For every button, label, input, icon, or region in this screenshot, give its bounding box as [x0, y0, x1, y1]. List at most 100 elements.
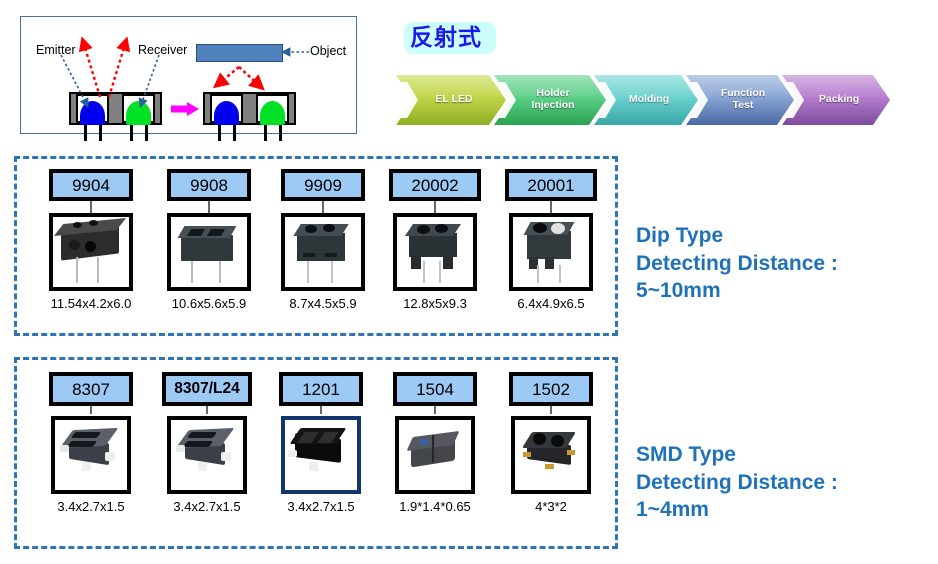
part-dimension-label: 12.8x5x9.3: [403, 296, 467, 311]
part-cell: 8307 3.4x2.7x1.5: [39, 360, 143, 546]
part-number-label: 20001: [527, 175, 575, 195]
process-step-label: Holder Injection: [531, 87, 575, 111]
part-number-label: 1502: [532, 379, 570, 399]
lens-hole: [435, 224, 448, 233]
part-number-tag[interactable]: 1201: [279, 372, 363, 406]
solder-lead: [288, 450, 297, 457]
process-step-label: Molding: [628, 93, 670, 106]
part-number-tag[interactable]: 8307: [49, 372, 133, 406]
emitted-beam-left: [78, 36, 102, 98]
part-number-tag[interactable]: 20001: [505, 169, 597, 201]
lead-pin: [439, 261, 441, 283]
connector-line: [208, 201, 210, 213]
part-number-tag[interactable]: 9908: [167, 169, 251, 201]
smd-type-description: SMD Type Detecting Distance : 1~4mm: [636, 443, 838, 522]
part-number-label: 20002: [411, 175, 459, 195]
component-top: [293, 224, 349, 236]
part-cell: 20002 12.8x5x9.3: [383, 159, 487, 333]
lead-pin: [76, 257, 78, 283]
part-photo[interactable]: [393, 213, 477, 291]
part-cell: 8307/L24 3.4x2.7x1.5: [155, 360, 259, 546]
part-photo[interactable]: [395, 416, 475, 494]
receiver-leader-line: [138, 54, 160, 109]
process-step-3[interactable]: Molding: [594, 75, 698, 125]
process-step-label: Packing: [818, 93, 860, 106]
lens-slot: [66, 441, 98, 447]
emitted-beam-right: [107, 36, 131, 98]
solder-lead: [221, 452, 231, 461]
chevron-notch-icon: [398, 82, 418, 118]
part-dimension-label: 11.54x4.2x6.0: [50, 296, 132, 311]
lens-hole: [533, 223, 547, 233]
process-step-label: Function Test: [720, 87, 766, 111]
part-dimension-label: 6.4x4.9x6.5: [517, 296, 585, 311]
leg-block: [545, 257, 554, 269]
connector-line: [322, 201, 324, 213]
part-number-tag[interactable]: 1504: [393, 372, 477, 406]
connector-line: [206, 406, 208, 414]
component-body: [181, 235, 233, 261]
part-number-label: 9908: [190, 175, 228, 195]
part-photo[interactable]: [167, 416, 247, 494]
part-photo[interactable]: [511, 416, 591, 494]
part-dimension-label: 10.6x5.6x5.9: [171, 296, 247, 311]
lens-hole: [323, 224, 335, 232]
reflected-beam: [238, 66, 265, 91]
part-dimension-label: 4*3*2: [535, 499, 567, 514]
part-cell: 20001 6.4x4.9x6.5: [499, 159, 603, 333]
process-step-5[interactable]: Packing: [782, 75, 890, 125]
component-top: [177, 226, 237, 238]
lens-hole: [551, 223, 565, 234]
lens-hole: [69, 240, 80, 250]
part-cell: 1201 3.4x2.7x1.5: [269, 360, 373, 546]
part-number-tag[interactable]: 8307/L24: [162, 372, 252, 406]
part-photo[interactable]: [49, 213, 133, 291]
part-cell: 1504 1.9*1.4*0.65: [383, 360, 487, 546]
dip-type-description: Dip Type Detecting Distance : 5~10mm: [636, 224, 838, 303]
part-photo[interactable]: [509, 213, 593, 291]
lens-hole: [85, 241, 96, 252]
solder-lead: [198, 462, 207, 471]
lens-slot: [186, 432, 218, 438]
part-number-label: 9909: [304, 175, 342, 195]
connector-line: [320, 406, 322, 414]
part-dimension-label: 3.4x2.7x1.5: [173, 499, 241, 514]
lens-hole: [417, 225, 430, 234]
part-cell: 1502 4*3*2: [499, 360, 603, 546]
solder-lead: [309, 462, 318, 471]
part-number-tag[interactable]: 1502: [509, 372, 593, 406]
lead-pin: [537, 265, 539, 283]
part-photo[interactable]: [281, 213, 365, 291]
lead-pin: [191, 261, 193, 283]
part-photo[interactable]: [167, 213, 251, 291]
lead-pin: [559, 265, 561, 283]
part-dimension-label: 3.4x2.7x1.5: [287, 499, 355, 514]
beam-arrows-overlay: [60, 36, 309, 116]
part-number-label: 9904: [72, 175, 110, 195]
process-step-1[interactable]: EL LED: [396, 75, 506, 125]
section-title-text: 反射式: [410, 24, 482, 50]
smd-type-group: 8307 3.4x2.7x1.5 8307/L24 3.4x2.7x1.5 1201…: [14, 357, 618, 549]
lens-slot: [70, 432, 102, 438]
part-number-tag[interactable]: 20002: [389, 169, 481, 201]
part-photo[interactable]: [51, 416, 131, 494]
emitter-leader-line: [60, 54, 89, 108]
part-dimension-label: 8.7x4.5x5.9: [289, 296, 357, 311]
part-number-tag[interactable]: 9909: [281, 169, 365, 201]
notch: [325, 253, 337, 257]
part-number-tag[interactable]: 9904: [49, 169, 133, 201]
connector-line: [434, 406, 436, 414]
part-photo[interactable]: [281, 416, 361, 494]
part-cell: 9909 8.7x4.5x5.9: [271, 159, 375, 333]
part-dimension-label: 1.9*1.4*0.65: [399, 499, 471, 514]
process-step-2[interactable]: Holder Injection: [494, 75, 606, 125]
solder-pad: [545, 464, 554, 469]
part-number-label: 8307: [72, 379, 110, 399]
lead-pin: [97, 257, 99, 283]
section-title-badge: 反射式: [404, 22, 496, 55]
process-step-4[interactable]: Function Test: [686, 75, 794, 125]
solder-lead: [60, 445, 69, 452]
component-body: [527, 231, 571, 259]
connector-line: [550, 201, 552, 213]
solder-lead: [82, 462, 91, 471]
